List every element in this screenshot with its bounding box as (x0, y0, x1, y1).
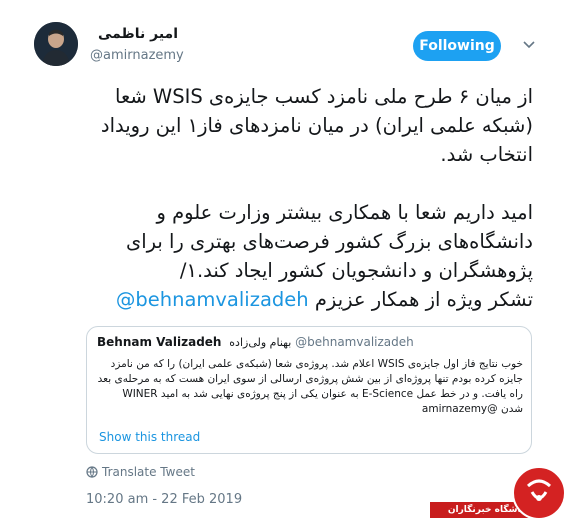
translate-label[interactable]: Translate Tweet (102, 465, 195, 479)
show-thread-link[interactable]: Show this thread (99, 430, 200, 444)
avatar[interactable] (34, 22, 78, 66)
watermark-logo: باشگاه خبرنگاران (428, 466, 566, 521)
tweet-text: از میان ۶ طرح ملی نامزد کسب جایزه‌ی WSIS… (78, 82, 533, 314)
quoted-tweet-header: Behnam Valizadeh بهنام ولی‌زاده @behnamv… (97, 335, 521, 349)
quoted-author-name-fa: بهنام ولی‌زاده (229, 336, 292, 349)
following-button[interactable]: Following (413, 31, 501, 61)
tweet-line: پژوهشگران و دانشجویان کشور ایجاد کند.۱/ (179, 259, 533, 282)
quoted-tweet-text: خوب نتایج فاز اول جایزه‌ی WSIS اعلام شد.… (97, 357, 523, 417)
chevron-down-icon[interactable] (521, 36, 537, 52)
author-display-name[interactable]: امیر ناظمی (88, 26, 178, 42)
tweet-line: (شبکه علمی ایران) در میان نامزدهای فاز۱ … (100, 114, 533, 137)
globe-icon (86, 466, 98, 478)
yjc-logo-icon (512, 466, 566, 520)
quoted-line: شدن @amirnazemy (421, 403, 523, 415)
translate-tweet-link[interactable]: Translate Tweet (86, 465, 195, 479)
quoted-line: راه یافت. و در خط عمل E-Science به عنوان… (122, 388, 523, 400)
tweet-line-text: تشکر ویژه از همکار عزیزم (314, 288, 533, 311)
tweet-line: انتخاب شد. (440, 143, 533, 166)
mention-link[interactable]: @behnamvalizadeh (116, 288, 309, 311)
quoted-author-name: Behnam Valizadeh (97, 335, 222, 349)
tweet-line: از میان ۶ طرح ملی نامزد کسب جایزه‌ی WSIS… (115, 85, 533, 108)
tweet-timestamp[interactable]: 10:20 am - 22 Feb 2019 (86, 492, 242, 507)
tweet-line: تشکر ویژه از همکار عزیزم @behnamvalizade… (78, 285, 533, 314)
quoted-line: خوب نتایج فاز اول جایزه‌ی WSIS اعلام شد.… (110, 358, 523, 370)
tweet-line: امید داریم شعا با همکاری بیشتر وزارت علو… (156, 201, 533, 224)
tweet-line: دانشگاه‌های بزرگ کشور فرصت‌های بهتری را … (125, 230, 533, 253)
quoted-line: جایزه کرده بودم تنها پروژه‌ای از بین شش … (97, 373, 523, 385)
author-handle[interactable]: @amirnazemy (90, 48, 184, 63)
quoted-author-handle: @behnamvalizadeh (295, 335, 414, 349)
quoted-tweet-card[interactable]: Behnam Valizadeh بهنام ولی‌زاده @behnamv… (86, 326, 532, 454)
